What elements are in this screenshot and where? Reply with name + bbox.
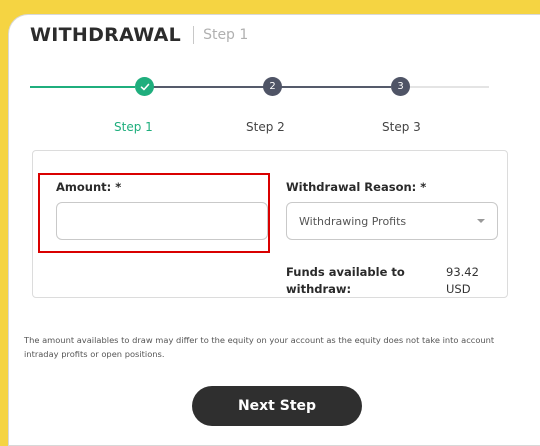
- progress-stepper: 2 3 Step 1 Step 2 Step 3: [30, 76, 490, 136]
- step-3-marker: 3: [391, 77, 410, 96]
- card-corner: [520, 15, 540, 43]
- withdrawal-reason-label: Withdrawal Reason: *: [286, 180, 427, 194]
- amount-label: Amount: *: [56, 180, 122, 194]
- stepper-line-step2: [153, 86, 265, 88]
- title-text: WITHDRAWAL: [30, 24, 182, 46]
- page-title: WITHDRAWAL Step 1: [30, 24, 248, 46]
- title-divider: [193, 26, 195, 44]
- withdrawal-reason-value: Withdrawing Profits: [299, 214, 407, 228]
- amount-input[interactable]: [56, 202, 268, 240]
- equity-disclaimer: The amount availables to draw may differ…: [24, 335, 495, 359]
- stepper-line-complete: [30, 86, 135, 88]
- step-2-label: Step 2: [246, 120, 285, 134]
- next-step-button[interactable]: Next Step: [192, 386, 362, 426]
- funds-available-value: 93.42 USD: [446, 265, 479, 296]
- checkmark-icon: [135, 77, 154, 96]
- step-2-marker: 2: [263, 77, 282, 96]
- stepper-line-step3: [281, 86, 391, 88]
- stepper-line-tail: [409, 86, 489, 88]
- withdrawal-reason-select[interactable]: Withdrawing Profits: [286, 202, 498, 240]
- step-1-label: Step 1: [114, 120, 153, 134]
- subtitle-text: Step 1: [203, 27, 249, 43]
- step-3-label: Step 3: [382, 120, 421, 134]
- funds-available-label: Funds available to withdraw:: [286, 265, 405, 296]
- chevron-down-icon: [477, 219, 485, 223]
